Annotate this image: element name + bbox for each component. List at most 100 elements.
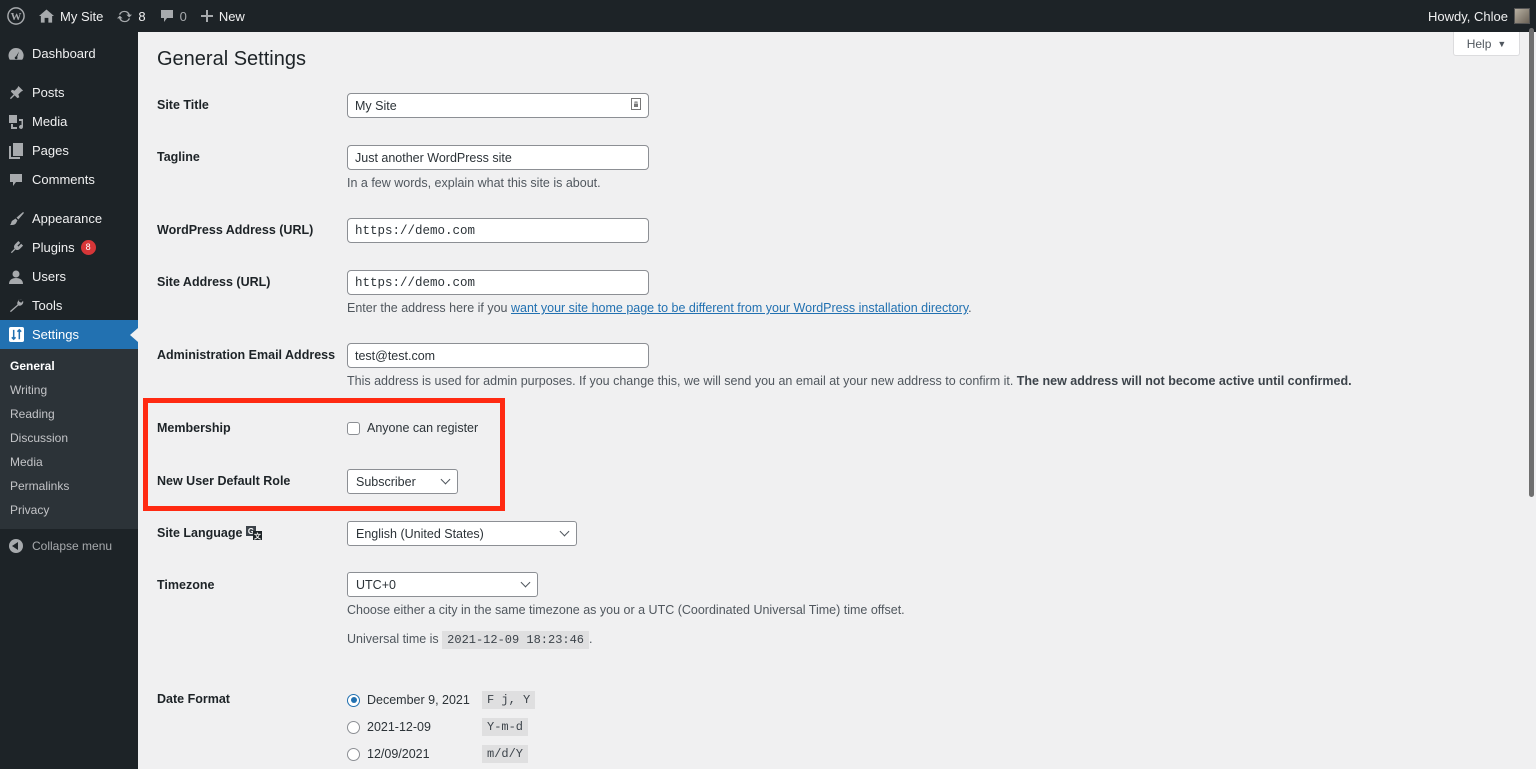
- user-icon: [8, 269, 24, 285]
- settings-submenu: General Writing Reading Discussion Media…: [0, 349, 138, 529]
- tagline-value: Just another WordPress site: [355, 150, 512, 165]
- wp-address-label: WordPress Address (URL): [157, 223, 314, 237]
- sidebar-item-appearance[interactable]: Appearance: [0, 204, 138, 233]
- collapse-menu-button[interactable]: Collapse menu: [0, 529, 138, 563]
- sidebar-item-plugins[interactable]: Plugins 8: [0, 233, 138, 262]
- comment-icon: [160, 9, 174, 23]
- submenu-item-permalinks[interactable]: Permalinks: [0, 474, 138, 498]
- plugin-icon: [8, 240, 24, 256]
- sidebar-item-posts[interactable]: Posts: [0, 78, 138, 107]
- greeting: Howdy, Chloe: [1428, 8, 1508, 24]
- wp-address-input[interactable]: https://demo.com: [347, 218, 649, 243]
- sidebar-item-label: Appearance: [32, 211, 103, 226]
- universal-time-suffix: .: [589, 632, 593, 646]
- avatar: [1514, 8, 1530, 24]
- sidebar-item-settings[interactable]: Settings: [0, 320, 138, 349]
- plus-icon: [200, 10, 213, 22]
- highlight-box: [143, 398, 505, 511]
- collapse-menu-label: Collapse menu: [32, 539, 113, 553]
- password-manager-icon[interactable]: [631, 98, 641, 113]
- admin-email-desc-text: This address is used for admin purposes.…: [347, 374, 1017, 388]
- help-tab-button[interactable]: Help ▼: [1453, 32, 1520, 56]
- submenu-item-discussion[interactable]: Discussion: [0, 426, 138, 450]
- site-language-value: English (United States): [356, 526, 484, 541]
- main-content: General Settings Help ▼ Site Title My Sit…: [138, 32, 1536, 769]
- timezone-value: UTC+0: [356, 577, 396, 592]
- site-language-label-row: Site Language G文: [157, 526, 263, 540]
- timezone-description: Choose either a city in the same timezon…: [347, 603, 905, 617]
- sidebar-item-tools[interactable]: Tools: [0, 291, 138, 320]
- home-icon: [39, 9, 54, 23]
- new-content-link[interactable]: New: [194, 0, 252, 32]
- site-title-label: Site Title: [157, 98, 209, 112]
- admin-email-label: Administration Email Address: [157, 348, 336, 362]
- page-scrollbar[interactable]: [1529, 28, 1534, 497]
- site-name-link[interactable]: My Site: [32, 0, 110, 32]
- sidebar-item-pages[interactable]: Pages: [0, 136, 138, 165]
- site-name: My Site: [60, 8, 104, 24]
- my-account-link[interactable]: Howdy, Chloe: [1428, 8, 1536, 24]
- admin-sidebar: Dashboard Posts Media Pages Comments App…: [0, 32, 138, 769]
- comments-count: 0: [179, 8, 187, 24]
- comment-icon: [8, 172, 24, 188]
- submenu-item-writing[interactable]: Writing: [0, 378, 138, 402]
- chevron-down-icon: [520, 577, 531, 588]
- date-format-option-label: 2021-12-09: [367, 720, 431, 734]
- date-format-option[interactable]: December 9, 2021 F j, Y: [347, 691, 536, 709]
- sidebar-item-comments[interactable]: Comments: [0, 165, 138, 194]
- date-format-code: m/d/Y: [482, 745, 529, 763]
- tagline-input[interactable]: Just another WordPress site: [347, 145, 649, 170]
- sidebar-item-users[interactable]: Users: [0, 262, 138, 291]
- sidebar-item-media[interactable]: Media: [0, 107, 138, 136]
- admin-email-desc-bold: The new address will not become active u…: [1016, 374, 1352, 388]
- date-format-code: F j, Y: [482, 691, 536, 709]
- site-address-value: https://demo.com: [355, 275, 476, 290]
- comments-link[interactable]: 0: [153, 0, 194, 32]
- wp-address-value: https://demo.com: [355, 223, 476, 238]
- date-format-label: Date Format: [157, 692, 230, 706]
- site-language-label: Site Language: [157, 526, 243, 540]
- brush-icon: [8, 211, 24, 227]
- date-format-radio[interactable]: [347, 747, 360, 761]
- date-format-code: Y-m-d: [482, 718, 529, 736]
- site-address-help-link[interactable]: want your site home page to be different…: [511, 301, 968, 315]
- sidebar-item-label: Posts: [32, 85, 65, 100]
- tagline-label: Tagline: [157, 150, 200, 164]
- sidebar-item-label: Dashboard: [32, 46, 96, 61]
- timezone-label: Timezone: [157, 578, 215, 592]
- site-address-input[interactable]: https://demo.com: [347, 270, 649, 295]
- site-address-label: Site Address (URL): [157, 275, 271, 289]
- help-label: Help: [1466, 36, 1492, 51]
- sidebar-item-label: Comments: [32, 172, 95, 187]
- wordpress-logo-button[interactable]: W: [0, 0, 32, 32]
- sidebar-item-dashboard[interactable]: Dashboard: [0, 39, 138, 68]
- wordpress-logo-icon: W: [7, 7, 25, 25]
- wrench-icon: [8, 298, 24, 314]
- caret-down-icon: ▼: [1497, 38, 1507, 49]
- plugins-update-badge: 8: [80, 240, 96, 255]
- date-format-option[interactable]: 12/09/2021 m/d/Y: [347, 745, 529, 763]
- updates-icon: [117, 9, 133, 24]
- site-title-value: My Site: [355, 98, 397, 113]
- pin-icon: [8, 85, 24, 101]
- site-title-input[interactable]: My Site: [347, 93, 649, 118]
- submenu-item-reading[interactable]: Reading: [0, 402, 138, 426]
- site-language-select[interactable]: English (United States): [347, 521, 577, 546]
- collapse-arrow-icon: [9, 539, 23, 553]
- new-label: New: [218, 8, 245, 24]
- submenu-item-privacy[interactable]: Privacy: [0, 498, 138, 522]
- date-format-radio[interactable]: [347, 720, 360, 734]
- updates-link[interactable]: 8: [110, 0, 152, 32]
- timezone-select[interactable]: UTC+0: [347, 572, 538, 597]
- admin-email-input[interactable]: test@test.com: [347, 343, 649, 368]
- settings-icon: [8, 327, 24, 343]
- sidebar-item-label: Media: [32, 114, 68, 129]
- date-format-radio[interactable]: [347, 693, 360, 707]
- date-format-option[interactable]: 2021-12-09 Y-m-d: [347, 718, 529, 736]
- pages-icon: [8, 142, 24, 159]
- sidebar-item-label: Plugins: [32, 240, 75, 255]
- submenu-item-general[interactable]: General: [0, 354, 138, 378]
- date-format-option-label: 12/09/2021: [367, 747, 430, 761]
- chevron-down-icon: [559, 526, 570, 537]
- submenu-item-media[interactable]: Media: [0, 450, 138, 474]
